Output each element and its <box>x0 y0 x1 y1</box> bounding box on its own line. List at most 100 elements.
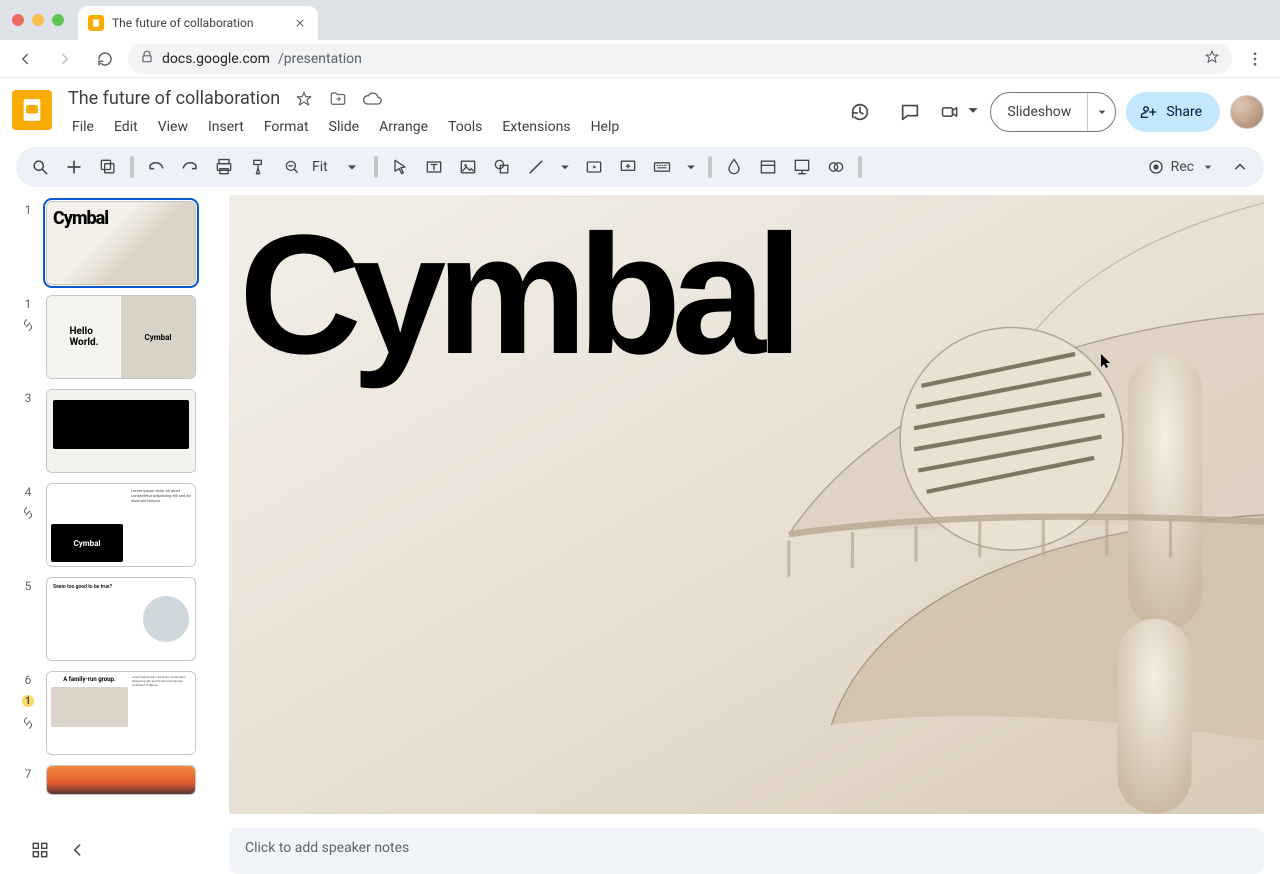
slideshow-button[interactable]: Slideshow <box>991 93 1087 131</box>
insert-comment-icon[interactable] <box>612 151 644 183</box>
slide-wordmark[interactable]: Cymbal <box>239 223 793 368</box>
select-tool-icon[interactable] <box>384 151 416 183</box>
separator <box>374 156 378 178</box>
comments-icon[interactable] <box>890 92 930 132</box>
menu-insert[interactable]: Insert <box>200 115 252 139</box>
linked-slide-icon <box>20 505 36 521</box>
slide-canvas[interactable]: Cymbal <box>229 195 1264 814</box>
forward-button[interactable] <box>48 42 82 76</box>
window-controls[interactable] <box>12 14 64 26</box>
slide-number: 7 <box>25 767 32 781</box>
slide-number: 3 <box>25 391 32 405</box>
share-button[interactable]: Share <box>1126 92 1220 132</box>
zoom-dropdown-icon[interactable] <box>336 151 368 183</box>
menu-bar: File Edit View Insert Format Slide Arran… <box>64 115 828 139</box>
grid-view-icon[interactable] <box>30 840 50 860</box>
paint-format-icon[interactable] <box>242 151 274 183</box>
share-label: Share <box>1166 104 1202 120</box>
back-button[interactable] <box>8 42 42 76</box>
thumb-title: Cymbal <box>53 208 108 229</box>
hide-menus-icon[interactable] <box>1224 151 1256 183</box>
transition-icon[interactable] <box>820 151 852 183</box>
menu-help[interactable]: Help <box>583 115 628 139</box>
slide-thumbnail[interactable]: Cymbal <box>46 201 196 285</box>
background-fill-icon[interactable] <box>718 151 750 183</box>
new-slide-icon[interactable] <box>58 151 90 183</box>
layout-icon[interactable] <box>752 151 784 183</box>
cloud-saved-icon[interactable] <box>362 89 382 109</box>
collapse-filmstrip-icon[interactable] <box>68 840 88 860</box>
record-icon <box>1147 158 1165 176</box>
menu-view[interactable]: View <box>150 115 196 139</box>
window-close-icon[interactable] <box>12 14 24 26</box>
menu-arrange[interactable]: Arrange <box>371 115 436 139</box>
filmstrip[interactable]: 1 Cymbal 1 Hell <box>16 195 221 826</box>
browser-toolbar: docs.google.com/presentation <box>0 40 1280 78</box>
presence-badge: 1 <box>20 693 36 709</box>
keyboard-dropdown-icon[interactable] <box>680 151 702 183</box>
print-icon[interactable] <box>208 151 240 183</box>
browser-tab[interactable]: The future of collaboration <box>78 6 318 40</box>
tab-close-icon[interactable] <box>292 15 308 31</box>
zoom-out-icon[interactable] <box>276 151 308 183</box>
slide-thumbnail[interactable] <box>46 389 196 473</box>
menu-tools[interactable]: Tools <box>440 115 490 139</box>
speaker-notes-input[interactable]: Click to add speaker notes <box>229 828 1264 874</box>
tab-title: The future of collaboration <box>112 16 284 30</box>
slide-number: 1 <box>25 203 32 217</box>
thumb-title: Seem too good to be true? <box>53 584 112 590</box>
menu-slide[interactable]: Slide <box>321 115 367 139</box>
thumb-sub: Cymbal <box>144 333 171 342</box>
chrome-menu-icon[interactable] <box>1238 42 1272 76</box>
record-button[interactable]: Rec <box>1147 158 1222 176</box>
zoom-level[interactable]: Fit <box>310 159 334 175</box>
slide-number: 4 <box>25 485 32 499</box>
meet-dropdown-icon[interactable] <box>962 99 980 125</box>
record-label: Rec <box>1171 159 1194 175</box>
document-title[interactable]: The future of collaboration <box>64 86 284 111</box>
redo-icon[interactable] <box>174 151 206 183</box>
filmstrip-footer <box>16 826 221 874</box>
menu-edit[interactable]: Edit <box>106 115 146 139</box>
reload-button[interactable] <box>88 42 122 76</box>
lock-icon <box>140 50 154 68</box>
brand-logo-icon <box>241 780 291 804</box>
address-bar[interactable]: docs.google.com/presentation <box>128 44 1232 74</box>
slide-thumbnail[interactable]: Seem too good to be true? <box>46 577 196 661</box>
undo-icon[interactable] <box>140 151 172 183</box>
search-menus-icon[interactable] <box>24 151 56 183</box>
image-icon[interactable] <box>452 151 484 183</box>
separator <box>708 156 712 178</box>
window-zoom-icon[interactable] <box>52 14 64 26</box>
record-dropdown-icon[interactable] <box>1200 159 1216 175</box>
speaker-notes-placeholder: Click to add speaker notes <box>245 840 409 856</box>
main-toolbar: Fit Rec <box>16 147 1264 187</box>
account-avatar[interactable] <box>1230 95 1264 129</box>
menu-format[interactable]: Format <box>256 115 317 139</box>
line-dropdown-icon[interactable] <box>554 151 576 183</box>
slide-number: 6 <box>25 673 32 687</box>
slide-thumbnail[interactable]: A family-run group. Lorem ipsum dolor si… <box>46 671 196 755</box>
new-slide-layout-icon[interactable] <box>92 151 124 183</box>
slide-thumbnail[interactable] <box>46 765 196 795</box>
separator <box>858 156 862 178</box>
keyboard-input-icon[interactable] <box>646 151 678 183</box>
menu-file[interactable]: File <box>64 115 102 139</box>
insert-video-icon[interactable] <box>578 151 610 183</box>
star-icon[interactable] <box>294 89 314 109</box>
browser-tabstrip[interactable]: The future of collaboration <box>0 0 1280 40</box>
move-folder-icon[interactable] <box>328 89 348 109</box>
theme-icon[interactable] <box>786 151 818 183</box>
window-minimize-icon[interactable] <box>32 14 44 26</box>
line-tool-icon[interactable] <box>520 151 552 183</box>
slide-thumbnail[interactable]: HelloWorld. Cymbal <box>46 295 196 379</box>
meet-join-button[interactable] <box>940 92 980 132</box>
slideshow-dropdown-icon[interactable] <box>1087 93 1115 131</box>
textbox-icon[interactable] <box>418 151 450 183</box>
version-history-icon[interactable] <box>840 92 880 132</box>
slide-thumbnail[interactable]: Cymbal Lorem ipsum dolor sit amet consec… <box>46 483 196 567</box>
menu-extensions[interactable]: Extensions <box>494 115 578 139</box>
shape-icon[interactable] <box>486 151 518 183</box>
slides-logo-icon[interactable] <box>12 90 52 130</box>
bookmark-star-icon[interactable] <box>1204 49 1220 69</box>
